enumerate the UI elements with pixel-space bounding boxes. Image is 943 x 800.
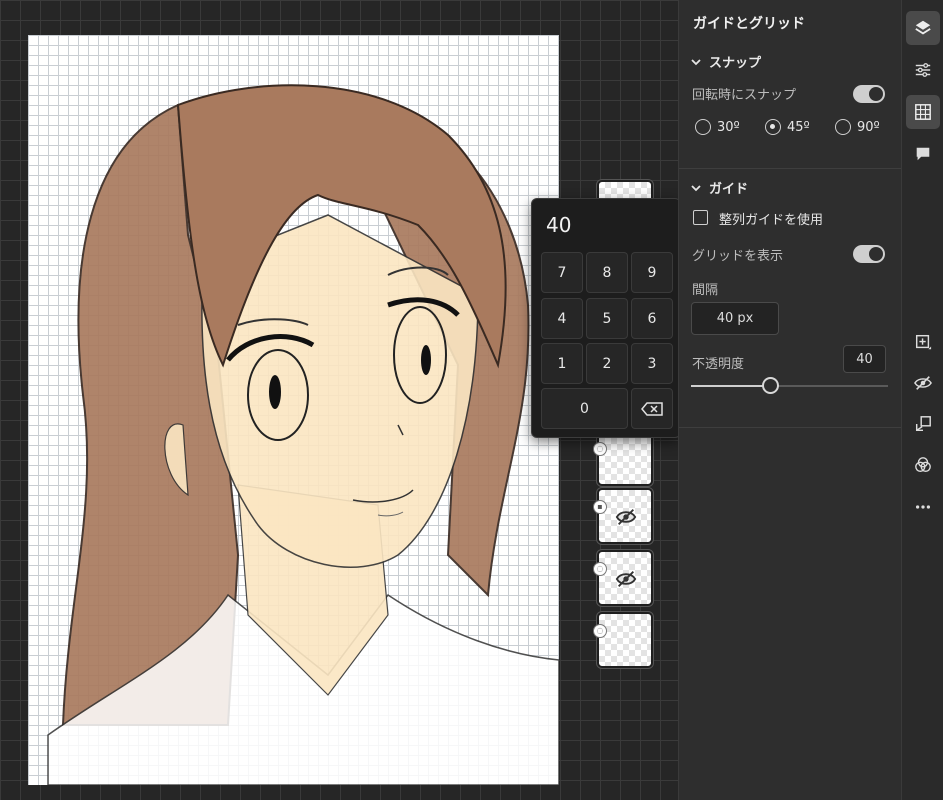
radio-icon — [835, 119, 851, 135]
import-icon — [915, 416, 931, 432]
adjustments-button[interactable] — [906, 53, 940, 87]
angle-option-30[interactable]: 30º — [695, 119, 740, 135]
angle-label: 90º — [857, 119, 880, 135]
angle-option-90[interactable]: 90º — [835, 119, 880, 135]
angle-label: 30º — [717, 119, 740, 135]
angle-label: 45º — [787, 119, 810, 135]
grid-button[interactable] — [906, 95, 940, 129]
layer-type-icon: ◌ — [593, 624, 607, 638]
numpad-key-8[interactable]: 8 — [586, 252, 628, 293]
comment-icon — [916, 147, 930, 161]
show-grid-label: グリッドを表示 — [692, 249, 784, 264]
import-button[interactable] — [906, 407, 940, 441]
backspace-button[interactable] — [631, 388, 673, 429]
guides-grid-panel: ガイドとグリッド スナップ 回転時にスナップ 30º 45º 90º ガイド 整… — [678, 0, 902, 800]
angle-option-45[interactable]: 45º — [765, 119, 810, 135]
blend-button[interactable] — [906, 448, 940, 482]
section-divider — [679, 168, 902, 169]
numpad-key-4[interactable]: 4 — [541, 298, 583, 339]
grid-icon — [915, 104, 931, 120]
guides-section-header[interactable]: ガイド — [691, 178, 748, 197]
numpad-key-5[interactable]: 5 — [586, 298, 628, 339]
numpad-key-9[interactable]: 9 — [631, 252, 673, 293]
numpad-key-1[interactable]: 1 — [541, 343, 583, 384]
rotate-snap-label: 回転時にスナップ — [692, 88, 797, 103]
character-illustration — [47, 84, 559, 785]
layer-thumbnail[interactable]: ◌ — [593, 430, 653, 486]
chevron-down-icon — [691, 184, 701, 191]
tool-rail — [901, 0, 943, 800]
layer-thumbnail[interactable]: ◌ — [593, 550, 653, 606]
eye-off-icon[interactable] — [615, 506, 637, 528]
artboard[interactable] — [28, 35, 559, 785]
layer-type-icon: ◌ — [593, 442, 607, 456]
more-button[interactable] — [906, 490, 940, 524]
numpad-key-0[interactable]: 0 — [541, 388, 628, 429]
more-icon — [915, 505, 931, 509]
opacity-slider-fill — [691, 385, 771, 387]
hide-layer-button[interactable] — [906, 366, 940, 400]
numpad-key-7[interactable]: 7 — [541, 252, 583, 293]
hide-icon — [914, 376, 932, 390]
snap-section-header[interactable]: スナップ — [691, 52, 761, 71]
backspace-icon — [641, 401, 663, 416]
numpad-key-6[interactable]: 6 — [631, 298, 673, 339]
radio-selected-icon — [765, 119, 781, 135]
comment-button[interactable] — [906, 137, 940, 171]
chevron-down-icon — [691, 58, 701, 65]
section-divider — [679, 427, 902, 428]
blend-icon — [915, 457, 931, 472]
layer-type-icon: ▪ — [593, 500, 607, 514]
numpad-key-3[interactable]: 3 — [631, 343, 673, 384]
show-grid-toggle[interactable] — [853, 245, 885, 263]
radio-icon — [695, 119, 711, 135]
layer-thumbnail[interactable]: ◌ — [593, 612, 653, 668]
number-pad-popover: 40 7 8 9 4 5 6 1 2 3 0 — [531, 198, 681, 438]
align-guides-checkbox[interactable] — [693, 210, 708, 225]
adjustments-icon — [915, 63, 931, 77]
add-layer-icon — [915, 334, 932, 350]
layers-button[interactable] — [906, 11, 940, 45]
opacity-label: 不透明度 — [692, 357, 745, 372]
snap-section-label: スナップ — [709, 56, 762, 71]
guides-section-label: ガイド — [709, 182, 749, 197]
spacing-field[interactable]: 40 px — [691, 302, 779, 335]
numpad-display: 40 — [546, 213, 572, 237]
add-layer-button[interactable] — [906, 325, 940, 359]
panel-title: ガイドとグリッド — [693, 16, 805, 32]
layer-thumbnail[interactable]: ▪ — [593, 488, 653, 544]
opacity-slider-thumb[interactable] — [762, 377, 779, 394]
spacing-label: 間隔 — [692, 283, 719, 298]
rotate-snap-toggle[interactable] — [853, 85, 885, 103]
layer-type-icon: ◌ — [593, 562, 607, 576]
numpad-key-2[interactable]: 2 — [586, 343, 628, 384]
align-guides-label: 整列ガイドを使用 — [719, 213, 824, 228]
eye-off-icon[interactable] — [615, 568, 637, 590]
opacity-field[interactable]: 40 — [843, 345, 886, 373]
layers-icon — [915, 20, 931, 35]
